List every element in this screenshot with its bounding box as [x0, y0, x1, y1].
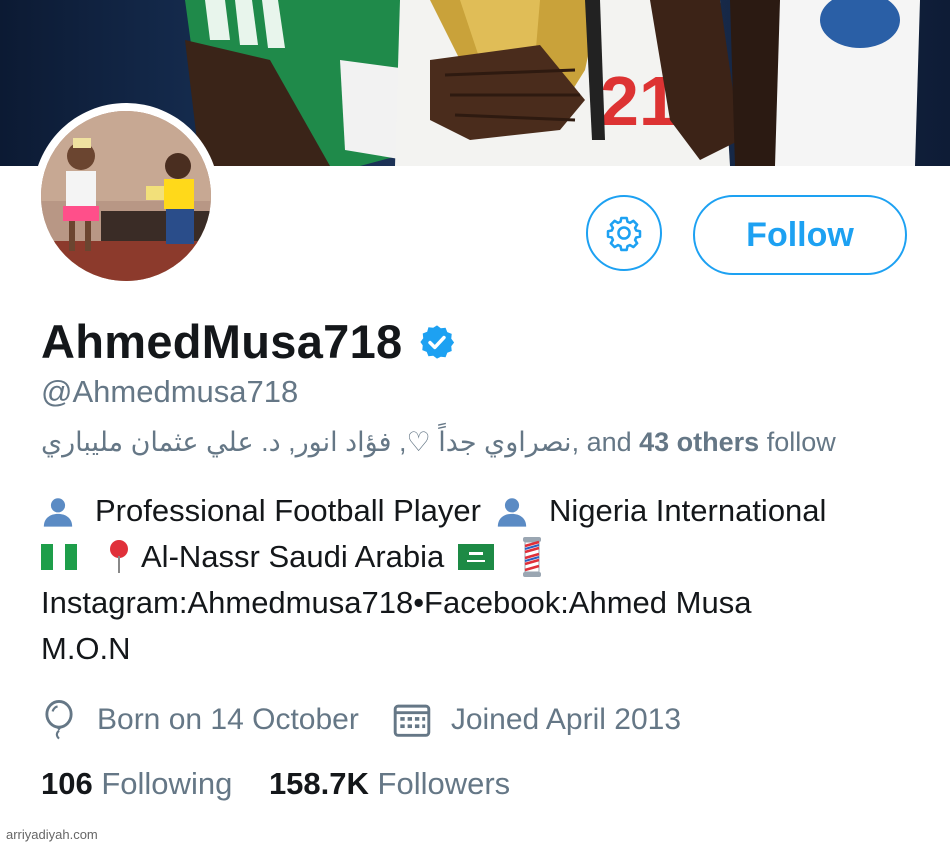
verified-badge-icon: [420, 324, 455, 359]
following-count: 106: [41, 766, 93, 801]
joined-text: Joined April 2013: [450, 703, 681, 736]
bio-line-1: Professional Football Player Nigeria Int…: [41, 488, 921, 534]
name-row: AhmedMusa718: [41, 314, 456, 369]
birthday-text: Born on 14 October: [97, 703, 359, 736]
following-link[interactable]: 106 Following: [41, 766, 241, 801]
balloon-icon: [45, 700, 73, 740]
bio-line-2: Al-Nassr Saudi Arabia: [41, 534, 921, 580]
followed-by-separator: , and: [571, 427, 632, 457]
bio-line-4: M.O.N: [41, 631, 131, 666]
followed-by-count: 43 others: [639, 427, 760, 457]
profile-bio: Professional Football Player Nigeria Int…: [41, 488, 921, 672]
profile-avatar[interactable]: [33, 103, 219, 289]
followed-by-names: نصراوي جداً ♡, فؤاد انور, د. علي عثمان م…: [41, 427, 572, 457]
bio-line-3: Instagram:Ahmedmusa718•Facebook:Ahmed Mu…: [41, 585, 752, 620]
barber-pole-icon: [523, 537, 542, 577]
settings-button[interactable]: [586, 195, 662, 271]
avatar-photo: [41, 111, 211, 281]
following-label: Following: [101, 766, 233, 801]
followers-count: 158.7K: [268, 766, 369, 801]
bio-nationality: Nigeria International: [548, 493, 827, 528]
followed-by-line[interactable]: نصراوي جداً ♡, فؤاد انور, د. علي عثمان م…: [41, 427, 836, 458]
profile-meta: Born on 14 October Joined April 2013: [41, 700, 681, 740]
calendar-icon: [393, 704, 431, 737]
followers-link[interactable]: 158.7K Followers: [269, 766, 510, 801]
followed-by-suffix: follow: [766, 427, 836, 457]
profile-handle: @Ahmedmusa718: [41, 374, 299, 409]
bio-club: Al-Nassr Saudi Arabia: [141, 539, 445, 574]
followers-label: Followers: [377, 766, 511, 801]
pin-icon: [110, 540, 128, 573]
person-icon: [43, 498, 73, 527]
person-icon: [497, 498, 527, 527]
nigeria-flag-icon: [41, 544, 77, 570]
profile-stats: 106 Following 158.7K Followers: [41, 766, 510, 802]
birthday-item: Born on 14 October: [41, 700, 359, 740]
display-name: AhmedMusa718: [41, 315, 403, 368]
joined-item: Joined April 2013: [393, 702, 681, 738]
watermark: arriyadiyah.com: [6, 827, 98, 842]
bio-profession: Professional Football Player: [95, 493, 481, 528]
gear-icon: [606, 216, 642, 252]
saudi-flag-icon: [458, 544, 495, 570]
follow-button[interactable]: Follow: [693, 195, 907, 275]
